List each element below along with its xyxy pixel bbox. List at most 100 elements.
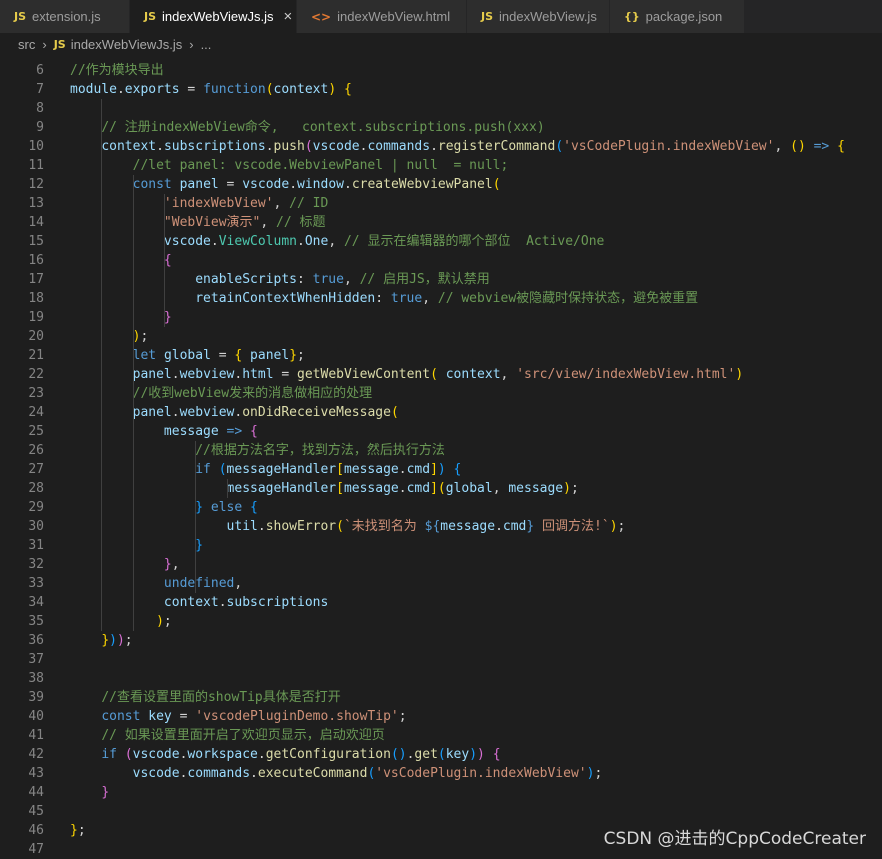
code-text: util.showError(`未找到名为 ${message.cmd} 回调方…	[226, 519, 626, 534]
tab-package-json[interactable]: {} package.json	[610, 0, 745, 33]
line-number: 27	[28, 462, 44, 477]
line-number: 46	[28, 823, 44, 838]
tab-indexwebview-js[interactable]: JS indexWebView.js	[467, 0, 610, 33]
html-file-icon: <>	[311, 9, 332, 24]
line-number: 22	[28, 367, 44, 382]
code-text: if (messageHandler[message.cmd]) {	[195, 462, 462, 477]
line-number: 40	[28, 709, 44, 724]
tab-indexwebview-html[interactable]: <> indexWebView.html	[297, 0, 467, 33]
line-number: 12	[28, 177, 44, 192]
code-text: context.subscriptions	[163, 595, 329, 610]
code-line: 11 //let panel: vscode.WebviewPanel | nu…	[0, 156, 882, 175]
indent-guide	[195, 441, 197, 593]
code-text: undefined,	[163, 576, 243, 591]
code-text: if (vscode.workspace.getConfiguration().…	[101, 747, 501, 762]
code-text: module.exports = function(context) {	[70, 82, 352, 97]
code-text: };	[70, 823, 86, 838]
breadcrumb-folder[interactable]: src	[18, 37, 35, 52]
line-number: 36	[28, 633, 44, 648]
code-text: } else {	[195, 500, 258, 515]
js-file-icon: JS	[144, 10, 157, 23]
code-line: 37	[0, 650, 882, 669]
line-number: 9	[36, 120, 44, 135]
line-number: 21	[28, 348, 44, 363]
code-editor[interactable]: 6 //作为模块导出 7 module.exports = function(cont…	[0, 56, 882, 859]
line-number: 47	[28, 842, 44, 857]
line-number: 6	[36, 63, 44, 78]
code-text: //let panel: vscode.WebviewPanel | null …	[132, 158, 509, 173]
tab-label: indexWebView.js	[499, 9, 597, 24]
line-number: 29	[28, 500, 44, 515]
line-number: 43	[28, 766, 44, 781]
line-number: 24	[28, 405, 44, 420]
code-text: //查看设置里面的showTip具体是否打开	[101, 690, 341, 705]
line-number: 42	[28, 747, 44, 762]
line-number: 31	[28, 538, 44, 553]
indent-guide	[163, 194, 165, 327]
line-number: 16	[28, 253, 44, 268]
js-file-icon: JS	[481, 10, 494, 23]
tab-label: indexWebView.html	[337, 9, 451, 24]
js-file-icon: JS	[14, 10, 27, 23]
code-text: {	[163, 253, 172, 268]
line-number: 13	[28, 196, 44, 211]
line-number: 33	[28, 576, 44, 591]
code-text: //根据方法名字，找到方法，然后执行方法	[195, 443, 445, 458]
code-text: context.subscriptions.push(vscode.comman…	[101, 139, 845, 154]
line-number: 32	[28, 557, 44, 572]
code-text: vscode.ViewColumn.One, // 显示在编辑器的哪个部位 Ac…	[163, 234, 605, 249]
code-text: vscode.commands.executeCommand('vsCodePl…	[132, 766, 603, 781]
line-number: 35	[28, 614, 44, 629]
tab-bar: JS extension.js JS indexWebViewJs.js × <> inde…	[0, 0, 882, 33]
breadcrumb-more[interactable]: ...	[201, 37, 212, 52]
tab-label: indexWebViewJs.js	[162, 9, 274, 24]
code-text: //作为模块导出	[70, 63, 164, 78]
code-text: // 如果设置里面开启了欢迎页显示，启动欢迎页	[101, 728, 385, 743]
code-text: //收到webView发来的消息做相应的处理	[132, 386, 373, 401]
line-number: 34	[28, 595, 44, 610]
code-line: 6 //作为模块导出	[0, 61, 882, 80]
code-text: }	[163, 310, 172, 325]
close-icon[interactable]: ×	[284, 8, 293, 25]
breadcrumb-file[interactable]: indexWebViewJs.js	[71, 37, 183, 52]
line-number: 18	[28, 291, 44, 306]
indent-guide	[101, 99, 103, 631]
code-line: 43 vscode.commands.executeCommand('vsCod…	[0, 764, 882, 783]
code-text: let global = { panel};	[132, 348, 305, 363]
line-number: 26	[28, 443, 44, 458]
indent-guide	[132, 175, 134, 631]
code-line: 38	[0, 669, 882, 688]
code-text: }	[101, 785, 110, 800]
line-number: 30	[28, 519, 44, 534]
tab-indexwebviewjs-js[interactable]: JS indexWebViewJs.js ×	[130, 0, 297, 33]
line-number: 45	[28, 804, 44, 819]
code-line: 9 // 注册indexWebView命令, context.subscript…	[0, 118, 882, 137]
code-line: 45	[0, 802, 882, 821]
js-file-icon: JS	[53, 38, 66, 51]
line-number: 38	[28, 671, 44, 686]
line-number: 25	[28, 424, 44, 439]
code-line: 39 //查看设置里面的showTip具体是否打开	[0, 688, 882, 707]
tab-extension-js[interactable]: JS extension.js	[0, 0, 130, 33]
line-number: 44	[28, 785, 44, 800]
line-number: 17	[28, 272, 44, 287]
code-line: 8	[0, 99, 882, 118]
line-number: 14	[28, 215, 44, 230]
line-number: 39	[28, 690, 44, 705]
code-text: const panel = vscode.window.createWebvie…	[132, 177, 501, 192]
code-line: 36 }));	[0, 631, 882, 650]
line-number: 23	[28, 386, 44, 401]
code-line: 40 const key = 'vscodePluginDemo.showTip…	[0, 707, 882, 726]
code-text: );	[132, 329, 149, 344]
code-text: messageHandler[message.cmd](global, mess…	[226, 481, 579, 496]
code-line: 42 if (vscode.workspace.getConfiguration…	[0, 745, 882, 764]
code-text: panel.webview.onDidReceiveMessage(	[132, 405, 399, 420]
tab-label: package.json	[645, 9, 723, 24]
code-text: message => {	[163, 424, 258, 439]
code-line: 44 }	[0, 783, 882, 802]
code-text: const key = 'vscodePluginDemo.showTip';	[101, 709, 407, 724]
line-number: 37	[28, 652, 44, 667]
line-number: 20	[28, 329, 44, 344]
line-number: 7	[36, 82, 44, 97]
chevron-right-icon: ›	[42, 37, 47, 52]
